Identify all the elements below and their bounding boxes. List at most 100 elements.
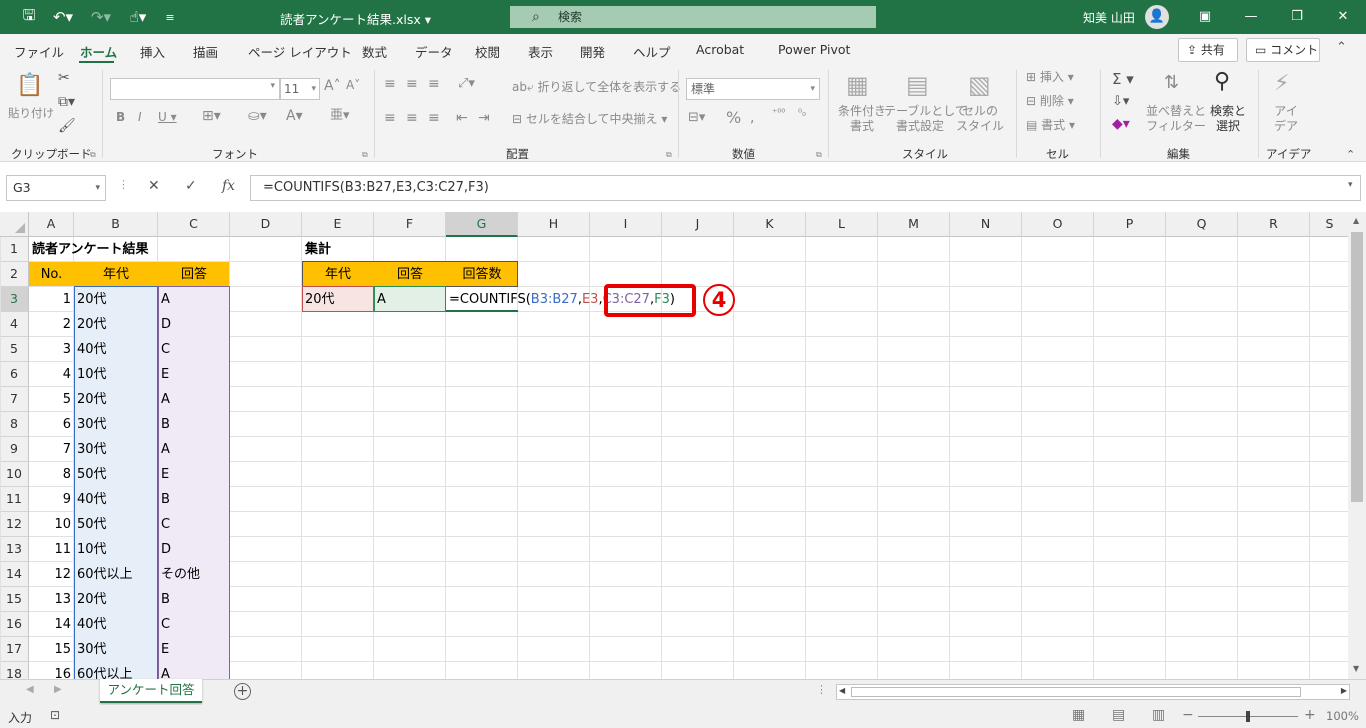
tab-10[interactable]: ヘルプ xyxy=(633,42,671,61)
percent-icon[interactable]: % xyxy=(726,108,741,128)
page-layout-view-icon[interactable]: ▤ xyxy=(1112,707,1125,723)
tab-9[interactable]: 開発 xyxy=(580,42,605,61)
delete-cells-button[interactable]: ⊟ 削除 ▾ xyxy=(1026,94,1074,109)
table-header[interactable]: No. xyxy=(29,262,74,287)
table-format-icon[interactable]: ▤ xyxy=(906,70,929,100)
row-header-5[interactable]: 5 xyxy=(0,337,29,362)
tab-0[interactable]: ファイル xyxy=(14,42,64,61)
sort-filter-button[interactable]: 並べ替えと フィルター xyxy=(1146,104,1206,134)
row-header-14[interactable]: 14 xyxy=(0,562,29,587)
search-box[interactable]: ⌕ 検索 xyxy=(510,6,876,28)
no-cell[interactable]: 8 xyxy=(29,462,74,487)
h-scroll-thumb[interactable] xyxy=(851,687,1301,697)
formula-input[interactable]: =COUNTIFS(B3:B27,E3,C3:C27,F3) xyxy=(250,175,1361,201)
row-header-16[interactable]: 16 xyxy=(0,612,29,637)
row-header-3[interactable]: 3 xyxy=(0,287,29,312)
row-header-11[interactable]: 11 xyxy=(0,487,29,512)
cut-icon[interactable]: ✂ xyxy=(58,70,70,88)
align-center-icon[interactable]: ≡ xyxy=(406,110,418,128)
avatar[interactable]: 👤 xyxy=(1145,5,1169,29)
cell-style-button[interactable]: セルの スタイル xyxy=(954,104,1006,134)
no-cell[interactable]: 14 xyxy=(29,612,74,637)
table-title[interactable]: 読者アンケート結果 xyxy=(29,237,148,262)
align-top-icon[interactable]: ≡ xyxy=(384,76,396,94)
no-cell[interactable]: 3 xyxy=(29,337,74,362)
orientation-icon[interactable]: ⤢▾ xyxy=(458,76,475,92)
prev-sheet-icon[interactable]: ◀ xyxy=(26,684,34,695)
add-sheet-icon[interactable]: + xyxy=(234,683,251,700)
column-header-C[interactable]: C xyxy=(158,212,230,237)
fill-color-icon[interactable]: ⛀▾ xyxy=(248,108,267,126)
align-right-icon[interactable]: ≡ xyxy=(428,110,440,128)
ribbon-collapse-icon[interactable]: ⌃ xyxy=(1336,40,1347,55)
ribbon-display-icon[interactable]: ▣ xyxy=(1182,0,1228,34)
touch-mode-icon[interactable]: ☝▾ xyxy=(120,0,156,34)
scroll-up-icon[interactable]: ▲ xyxy=(1353,216,1359,225)
font-grow-icon[interactable]: A˄ xyxy=(324,78,341,96)
macro-record-icon[interactable]: ⊡ xyxy=(50,708,60,722)
column-header-M[interactable]: M xyxy=(878,212,950,237)
no-cell[interactable]: 6 xyxy=(29,412,74,437)
no-cell[interactable]: 5 xyxy=(29,387,74,412)
zoom-thumb[interactable] xyxy=(1246,711,1250,722)
underline-icon[interactable]: U ▾ xyxy=(158,110,177,125)
next-sheet-icon[interactable]: ▶ xyxy=(54,684,62,695)
column-header-H[interactable]: H xyxy=(518,212,590,237)
cancel-icon[interactable]: ✕ xyxy=(148,178,160,194)
no-cell[interactable]: 1 xyxy=(29,287,74,312)
font-color-icon[interactable]: A▾ xyxy=(286,108,303,126)
restore-button[interactable]: ❐ xyxy=(1274,0,1320,34)
column-header-I[interactable]: I xyxy=(590,212,662,237)
number-format-box[interactable]: 標準 ▾ xyxy=(686,78,820,100)
column-header-E[interactable]: E xyxy=(302,212,374,237)
no-cell[interactable]: 10 xyxy=(29,512,74,537)
no-cell[interactable]: 16 xyxy=(29,662,74,679)
column-header-O[interactable]: O xyxy=(1022,212,1094,237)
tab-1[interactable]: ホーム xyxy=(80,42,117,61)
column-header-B[interactable]: B xyxy=(74,212,158,237)
comment-button[interactable]: ▭ コメント xyxy=(1246,38,1320,62)
fill-icon[interactable]: ⇩▾ xyxy=(1112,94,1129,110)
expand-formula-icon[interactable]: ▾ xyxy=(1348,180,1353,190)
decimal-increase-icon[interactable]: ⁺⁰⁰ xyxy=(772,108,785,121)
paste-button[interactable]: 貼り付け xyxy=(6,106,56,120)
tab-12[interactable]: Power Pivot xyxy=(778,42,850,57)
indent-increase-icon[interactable]: ⇥ xyxy=(478,110,490,128)
find-select-icon[interactable]: ⚲ xyxy=(1214,68,1230,96)
format-painter-icon[interactable]: 🖌 xyxy=(58,118,76,136)
tab-6[interactable]: データ xyxy=(415,42,453,61)
column-header-G[interactable]: G xyxy=(446,212,518,237)
border-icon[interactable]: ⊞▾ xyxy=(202,108,221,126)
close-button[interactable]: ✕ xyxy=(1320,0,1366,34)
column-header-J[interactable]: J xyxy=(662,212,734,237)
clear-icon[interactable]: ◆▾ xyxy=(1112,116,1130,134)
zoom-in-icon[interactable]: + xyxy=(1304,707,1316,723)
tab-8[interactable]: 表示 xyxy=(528,42,553,61)
dialog-launcher-icon[interactable]: ⧉ xyxy=(666,150,672,160)
row-header-2[interactable]: 2 xyxy=(0,262,29,287)
zoom-out-icon[interactable]: − xyxy=(1182,707,1194,723)
italic-icon[interactable]: I xyxy=(138,110,142,125)
select-all-corner[interactable] xyxy=(0,212,29,237)
row-header-12[interactable]: 12 xyxy=(0,512,29,537)
find-select-button[interactable]: 検索と 選択 xyxy=(1206,104,1250,134)
collapse-ribbon-icon[interactable]: ⌃ xyxy=(1346,148,1355,162)
align-middle-icon[interactable]: ≡ xyxy=(406,76,418,94)
row-header-1[interactable]: 1 xyxy=(0,237,29,262)
tab-3[interactable]: 描画 xyxy=(193,42,218,61)
conditional-format-button[interactable]: 条件付き 書式 xyxy=(834,104,890,134)
row-header-4[interactable]: 4 xyxy=(0,312,29,337)
insert-cells-button[interactable]: ⊞ 挿入 ▾ xyxy=(1026,70,1074,85)
indent-decrease-icon[interactable]: ⇤ xyxy=(456,110,468,128)
table-format-button[interactable]: テーブルとして 書式設定 xyxy=(884,104,967,134)
tab-4[interactable]: ページ レイアウト xyxy=(248,42,352,61)
decimal-decrease-icon[interactable]: ⁰₀ xyxy=(798,108,806,121)
merge-center-button[interactable]: ⊟ セルを結合して中央揃え ▾ xyxy=(512,112,667,127)
column-header-P[interactable]: P xyxy=(1094,212,1166,237)
name-box[interactable]: G3 ▾ xyxy=(6,175,106,201)
horizontal-scrollbar[interactable]: ◀ ▶ xyxy=(836,684,1350,700)
phonetic-icon[interactable]: 亜▾ xyxy=(330,108,350,124)
font-name-box[interactable]: ▾ xyxy=(110,78,280,100)
no-cell[interactable]: 12 xyxy=(29,562,74,587)
customize-qat-icon[interactable]: ≡ xyxy=(162,0,178,34)
